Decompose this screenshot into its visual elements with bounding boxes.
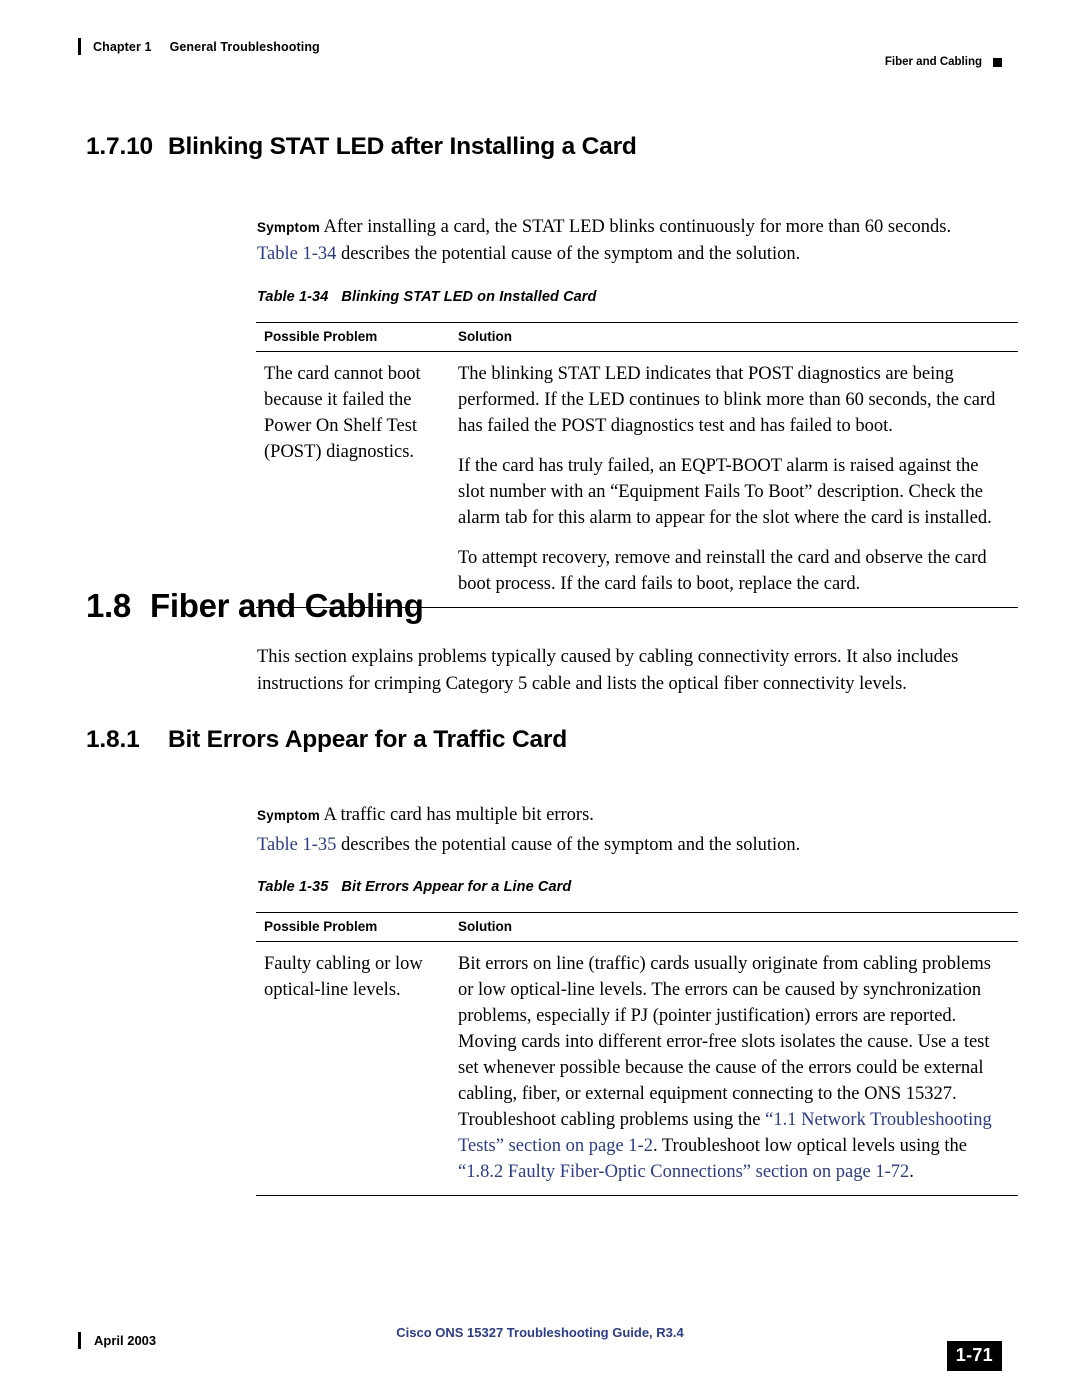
table-intro-1-35-rest: describes the potential cause of the sym…: [336, 835, 801, 855]
footer-doc-title: Cisco ONS 15327 Troubleshooting Guide, R…: [396, 1325, 684, 1340]
heading-1-8-title: Fiber and Cabling: [150, 587, 424, 624]
table-134-solution-p2: If the card has truly failed, an EQPT-BO…: [458, 456, 992, 528]
table-134-caption-title: Blinking STAT LED on Installed Card: [341, 289, 597, 305]
heading-1-8-1: 1.8.1 Bit Errors Appear for a Traffic Car…: [86, 726, 986, 754]
table-135-solution-paragraph: Bit errors on line (traffic) cards usual…: [458, 951, 1008, 1185]
table-135-caption-title: Bit Errors Appear for a Line Card: [341, 879, 572, 895]
table-135-solution-text-1: Bit errors on line (traffic) cards usual…: [458, 954, 991, 1130]
table-intro-1-35: Table 1-35 describes the potential cause…: [257, 832, 1017, 859]
symptom-1-8-1: Symptom A traffic card has multiple bit …: [257, 802, 1017, 829]
header-square-mark: [993, 57, 1002, 67]
table-134-col-solution: Solution: [450, 322, 1018, 352]
table-134-solution-p1: The blinking STAT LED indicates that POS…: [458, 364, 996, 436]
table-135-solution-text-2: . Troubleshoot low optical levels using …: [652, 1136, 967, 1156]
table-134-cell-problem: The card cannot boot because it failed t…: [256, 351, 450, 608]
header-running-head-text: Fiber and Cabling: [884, 56, 982, 68]
symptom-1-7-10: Symptom After installing a card, the STA…: [257, 214, 1017, 241]
table-135-caption: Table 1-35 Bit Errors Appear for a Line C…: [257, 879, 571, 895]
page-header: Chapter 1 General Troubleshooting Fiber …: [78, 30, 1002, 70]
heading-1-8: 1.8 Fiber and Cabling: [86, 587, 986, 625]
heading-1-8-number: 1.8: [86, 587, 131, 624]
table-135-col-problem: Possible Problem: [256, 912, 450, 942]
heading-1-7-10-number: 1.7.10: [86, 133, 153, 160]
table-135-caption-number: Table 1-35: [257, 879, 329, 895]
page-footer: April 2003 Cisco ONS 15327 Troubleshooti…: [78, 1325, 1002, 1371]
table-135-solution-link-2[interactable]: “1.8.2 Faulty Fiber-Optic Connections” s…: [458, 1162, 909, 1182]
heading-1-8-1-number: 1.8.1: [86, 726, 140, 753]
table-row: Faulty cabling or low optical-line level…: [256, 941, 1018, 1196]
table-135-cell-solution: Bit errors on line (traffic) cards usual…: [450, 941, 1018, 1196]
table-intro-1-34-rest: describes the potential cause of the sym…: [336, 244, 801, 264]
header-rule-mark: [78, 38, 81, 55]
body-1-8: This section explains problems typically…: [257, 647, 959, 694]
symptom-text-1-7-10: After installing a card, the STAT LED bl…: [323, 217, 952, 237]
table-135-col-solution: Solution: [450, 912, 1018, 942]
table-135-header-row: Possible Problem Solution: [256, 912, 1018, 942]
table-134-xref[interactable]: Table 1-34: [257, 244, 336, 264]
header-chapter: Chapter 1 General Troubleshooting: [78, 38, 320, 55]
table-135-xref[interactable]: Table 1-35: [257, 835, 336, 855]
table-134-header-row: Possible Problem Solution: [256, 322, 1018, 352]
header-chapter-number: Chapter 1: [93, 39, 152, 54]
symptom-text-1-8-1: A traffic card has multiple bit errors.: [323, 805, 594, 825]
table-135-cell-problem: Faulty cabling or low optical-line level…: [256, 941, 450, 1196]
table-135: Possible Problem Solution Faulty cabling…: [256, 912, 1018, 1196]
table-intro-1-34: Table 1-34 describes the potential cause…: [257, 241, 1017, 268]
table-134-cell-solution: The blinking STAT LED indicates that POS…: [450, 351, 1018, 608]
heading-1-7-10: 1.7.10 Blinking STAT LED after Installing…: [86, 133, 986, 161]
symptom-label-1-7-10: Symptom: [257, 220, 320, 235]
table-134: Possible Problem Solution The card canno…: [256, 322, 1018, 608]
header-running-head: Fiber and Cabling: [885, 56, 1002, 68]
symptom-label-1-8-1: Symptom: [257, 808, 320, 823]
heading-1-8-1-title: Bit Errors Appear for a Traffic Card: [168, 726, 567, 753]
footer-page-number: 1-71: [946, 1341, 1002, 1371]
table-135-solution-text-3: .: [909, 1162, 914, 1182]
header-chapter-title: General Troubleshooting: [169, 39, 320, 54]
table-134-caption: Table 1-34 Blinking STAT LED on Installed…: [257, 289, 597, 305]
table-row: The card cannot boot because it failed t…: [256, 351, 1018, 608]
table-134-col-problem: Possible Problem: [256, 322, 450, 352]
heading-1-7-10-title: Blinking STAT LED after Installing a Car…: [168, 133, 637, 160]
table-134-caption-number: Table 1-34: [257, 289, 329, 305]
